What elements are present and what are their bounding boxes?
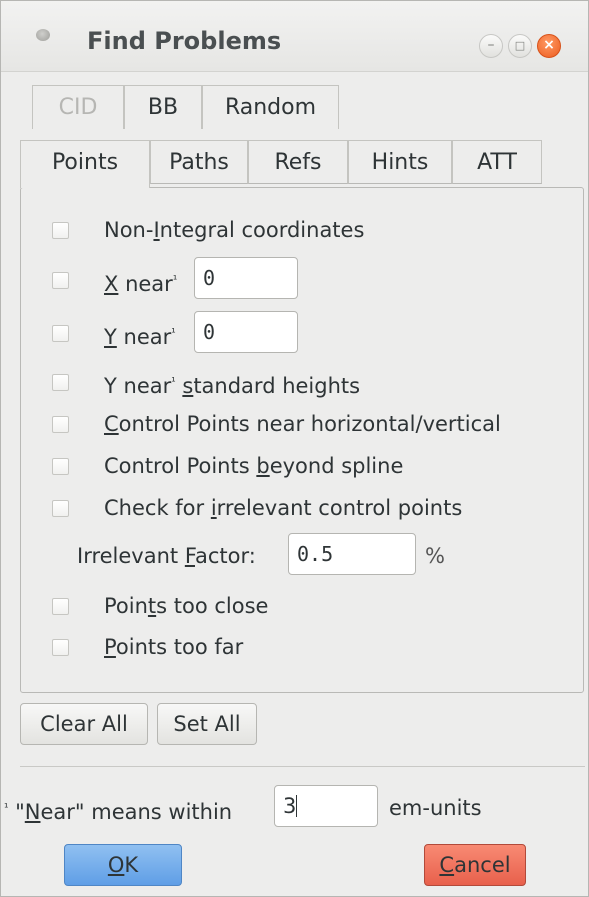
control-points-beyond-checkbox[interactable] xyxy=(52,458,69,475)
find-problems-dialog: Find Problems – □ × CID BB Random Points… xyxy=(0,0,589,897)
points-too-far-checkbox[interactable] xyxy=(52,639,69,656)
set-all-button[interactable]: Set All xyxy=(157,703,257,745)
tab-refs[interactable]: Refs xyxy=(248,140,348,184)
tab-bb[interactable]: BB xyxy=(124,85,202,129)
y-near-input[interactable]: 0 xyxy=(194,311,298,353)
y-near-standard-checkbox[interactable] xyxy=(52,374,69,391)
y-near-row[interactable]: Y near¹ xyxy=(52,319,192,349)
irrelevant-control-points-row[interactable]: Check for irrelevant control points xyxy=(52,494,522,522)
tab-points[interactable]: Points xyxy=(20,140,150,188)
irrelevant-factor-label: Irrelevant Factor: xyxy=(77,544,256,568)
tab-paths[interactable]: Paths xyxy=(150,140,248,184)
non-integral-row[interactable]: Non-Integral coordinates xyxy=(52,216,532,244)
control-points-beyond-row[interactable]: Control Points beyond spline xyxy=(52,452,482,480)
control-points-beyond-label: Control Points beyond spline xyxy=(104,454,404,478)
points-too-far-row[interactable]: Points too far xyxy=(52,633,292,661)
tab-cid[interactable]: CID xyxy=(32,85,124,129)
x-near-input[interactable]: 0 xyxy=(194,257,298,299)
percent-label: % xyxy=(425,544,445,568)
ok-button[interactable]: OK xyxy=(64,844,182,886)
y-near-standard-label: Y near¹ standard heights xyxy=(104,374,361,398)
x-near-row[interactable]: X near¹ xyxy=(52,266,192,296)
cancel-button[interactable]: Cancel xyxy=(424,844,526,886)
clear-all-button[interactable]: Clear All xyxy=(20,703,148,745)
irrelevant-control-points-label: Check for irrelevant control points xyxy=(104,496,463,520)
window-title: Find Problems xyxy=(87,27,282,55)
x-near-checkbox[interactable] xyxy=(52,272,69,289)
near-footnote-label: ¹ "Near" means within xyxy=(4,800,233,824)
text-cursor xyxy=(296,795,298,817)
app-menu-icon[interactable] xyxy=(36,29,50,41)
separator xyxy=(20,766,585,767)
control-points-near-hv-row[interactable]: Control Points near horizontal/vertical xyxy=(52,410,562,438)
points-too-close-label: Points too close xyxy=(104,594,269,618)
control-points-near-hv-label: Control Points near horizontal/vertical xyxy=(104,412,501,436)
maximize-icon[interactable]: □ xyxy=(508,34,532,58)
y-near-checkbox[interactable] xyxy=(52,325,69,342)
non-integral-checkbox[interactable] xyxy=(52,222,69,239)
minimize-icon[interactable]: – xyxy=(479,34,503,58)
tab-att[interactable]: ATT xyxy=(452,140,542,184)
em-units-label: em-units xyxy=(389,796,482,820)
irrelevant-control-points-checkbox[interactable] xyxy=(52,500,69,517)
x-near-label: X near¹ xyxy=(104,272,178,296)
points-too-far-label: Points too far xyxy=(104,635,244,659)
tab-random[interactable]: Random xyxy=(202,85,339,129)
title-bar[interactable]: Find Problems – □ × xyxy=(1,1,588,72)
close-icon[interactable]: × xyxy=(537,34,561,58)
near-within-input[interactable]: 3 xyxy=(274,785,378,827)
tab-hints[interactable]: Hints xyxy=(348,140,452,184)
y-near-standard-row[interactable]: Y near¹ standard heights xyxy=(52,368,452,398)
y-near-label: Y near¹ xyxy=(104,325,176,349)
control-points-near-hv-checkbox[interactable] xyxy=(52,416,69,433)
non-integral-label: Non-Integral coordinates xyxy=(104,218,365,242)
irrelevant-factor-input[interactable]: 0.5 xyxy=(288,533,416,575)
points-too-close-checkbox[interactable] xyxy=(52,598,69,615)
points-too-close-row[interactable]: Points too close xyxy=(52,592,312,620)
